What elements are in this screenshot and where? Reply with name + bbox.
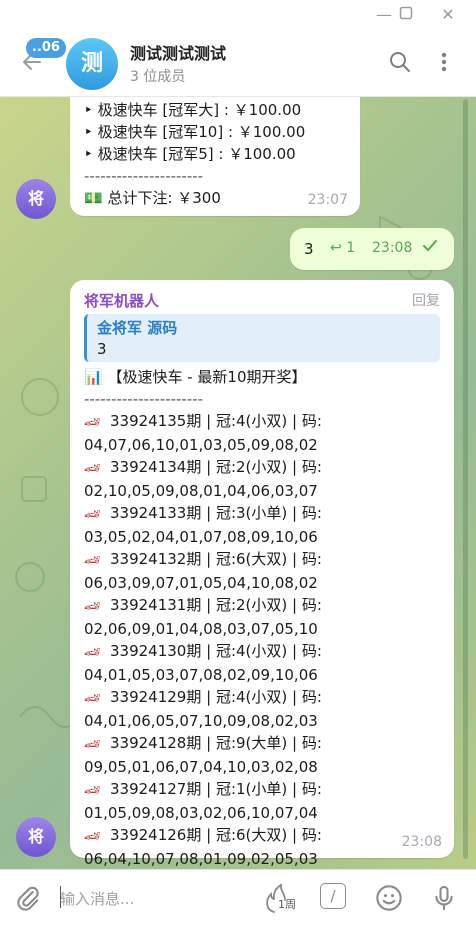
race-car-icon: 🏎 [84,553,101,568]
draw-line: 33924133期 | 冠:3(小单) | 码: [110,504,322,522]
reply-button[interactable]: 回复 [412,290,440,310]
message-input[interactable]: 输入消息... [60,888,134,909]
chat-title[interactable]: 测试测试测试 [130,40,226,64]
draw-numbers: 04,01,06,05,07,10,09,08,02,03 [84,712,318,730]
member-count: 3 位成员 [130,69,186,85]
draw-line: 33924127期 | 冠:1(小单) | 码: [110,780,322,798]
slash-command-icon: / [320,883,346,909]
draw-numbers: 09,05,01,06,07,04,10,03,02,08 [84,758,318,776]
bet-line: ‣ 极速快车 [冠军10] : ￥100.00 [84,123,306,141]
minimize-window-icon[interactable]: — [372,4,396,26]
search-icon [390,52,410,72]
voice-record-button[interactable] [430,884,458,916]
draw-numbers: 04,01,05,03,07,08,02,09,10,06 [84,666,318,684]
draw-numbers: 06,03,09,07,01,05,04,10,08,02 [84,574,318,592]
more-menu-button[interactable] [432,50,456,78]
results-heading: 📊 【极速快车 - 最新10期开奖】 [84,368,307,386]
sender-name[interactable]: 将军机器人 [84,290,159,311]
paperclip-icon [17,886,39,911]
maximize-window-icon[interactable] [394,4,418,26]
outgoing-message[interactable]: 3 ↩ 1 23:08 [290,228,454,270]
sender-avatar[interactable]: 将 [16,179,56,219]
chat-avatar[interactable]: 测 [66,38,118,90]
message-list[interactable]: ‣ 极速快车 [冠军大] : ￥100.00 ‣ 极速快车 [冠军10] : ￥… [0,97,476,869]
incoming-message-bet-summary[interactable]: ‣ 极速快车 [冠军大] : ￥100.00 ‣ 极速快车 [冠军10] : ￥… [70,97,360,216]
race-car-icon: 🏎 [84,829,101,844]
attach-button[interactable] [14,884,42,916]
microphone-icon [435,885,453,911]
race-car-icon: 🏎 [84,461,101,476]
draw-numbers: 06,04,10,07,08,01,09,02,05,03 [84,850,318,868]
draw-line: 33924130期 | 冠:4(小双) | 码: [110,642,322,660]
emoji-button[interactable] [375,884,403,916]
window-titlebar: — ✕ [0,0,476,30]
incoming-message-draw-results[interactable]: 将军机器人 回复 金将军 源码 3 📊 【极速快车 - 最新10期开奖】 ---… [70,280,454,868]
quoted-text: 3 [97,340,107,358]
quoted-sender: 金将军 源码 [97,319,178,337]
scrollbar[interactable] [463,99,468,859]
race-car-icon: 🏎 [84,507,101,522]
emoji-icon [376,885,402,911]
message-time: 23:08 [401,834,442,850]
race-car-icon: 🏎 [84,691,101,706]
bot-command-button[interactable]: / [320,883,346,909]
message-text: 3 [304,240,314,258]
message-time: 23:07 [307,192,348,208]
quoted-message[interactable]: 金将军 源码 3 [84,314,440,362]
race-car-icon: 🏎 [84,599,101,614]
draw-line: 33924128期 | 冠:9(大单) | 码: [110,734,322,752]
chat-header: ..06 测 测试测试测试 3 位成员 [0,30,476,97]
draw-line: 33924131期 | 冠:2(小双) | 码: [110,596,322,614]
message-composer: 输入消息... 1周 / [0,869,476,929]
bet-line: ‣ 极速快车 [冠军5] : ￥100.00 [84,145,296,163]
search-button[interactable] [388,50,412,78]
bet-line: ‣ 极速快车 [冠军大] : ￥100.00 [84,101,302,119]
close-window-icon[interactable]: ✕ [436,4,460,26]
draw-line: 33924134期 | 冠:2(小双) | 码: [110,458,322,476]
reply-count-value: 1 [346,240,356,256]
divider-line: ---------------------- [84,167,204,185]
race-car-icon: 🏎 [84,645,101,660]
draw-numbers: 04,07,06,10,01,03,05,09,08,02 [84,436,318,454]
sender-avatar[interactable]: 将 [16,817,56,857]
draw-line: 33924126期 | 冠:6(大双) | 码: [110,826,322,844]
unread-badge: ..06 [26,38,66,58]
race-car-icon: 🏎 [84,415,101,430]
reply-arrow-icon: ↩ [330,240,342,256]
draw-numbers: 02,10,05,09,08,01,04,06,03,07 [84,482,318,500]
race-car-icon: 🏎 [84,737,101,752]
more-vertical-icon [441,52,447,72]
draw-line: 33924129期 | 冠:4(小双) | 码: [110,688,322,706]
self-destruct-timer-button[interactable]: 1周 [262,882,298,920]
draw-line: 33924132期 | 冠:6(大双) | 码: [110,550,322,568]
timer-label: 1周 [278,898,296,911]
draw-line: 33924135期 | 冠:4(小双) | 码: [110,412,322,430]
draw-numbers: 01,05,09,08,03,02,06,10,07,04 [84,804,318,822]
bet-total: 💵 总计下注: ￥300 [84,189,221,207]
draw-numbers: 02,06,09,01,04,08,03,07,05,10 [84,620,318,638]
draw-numbers: 03,05,02,04,01,07,08,09,10,06 [84,528,318,546]
message-time: 23:08 [372,240,413,256]
divider-line: ---------------------- [84,390,204,408]
race-car-icon: 🏎 [84,783,101,798]
double-check-icon [422,238,438,258]
reply-count[interactable]: ↩ 1 [330,240,355,256]
